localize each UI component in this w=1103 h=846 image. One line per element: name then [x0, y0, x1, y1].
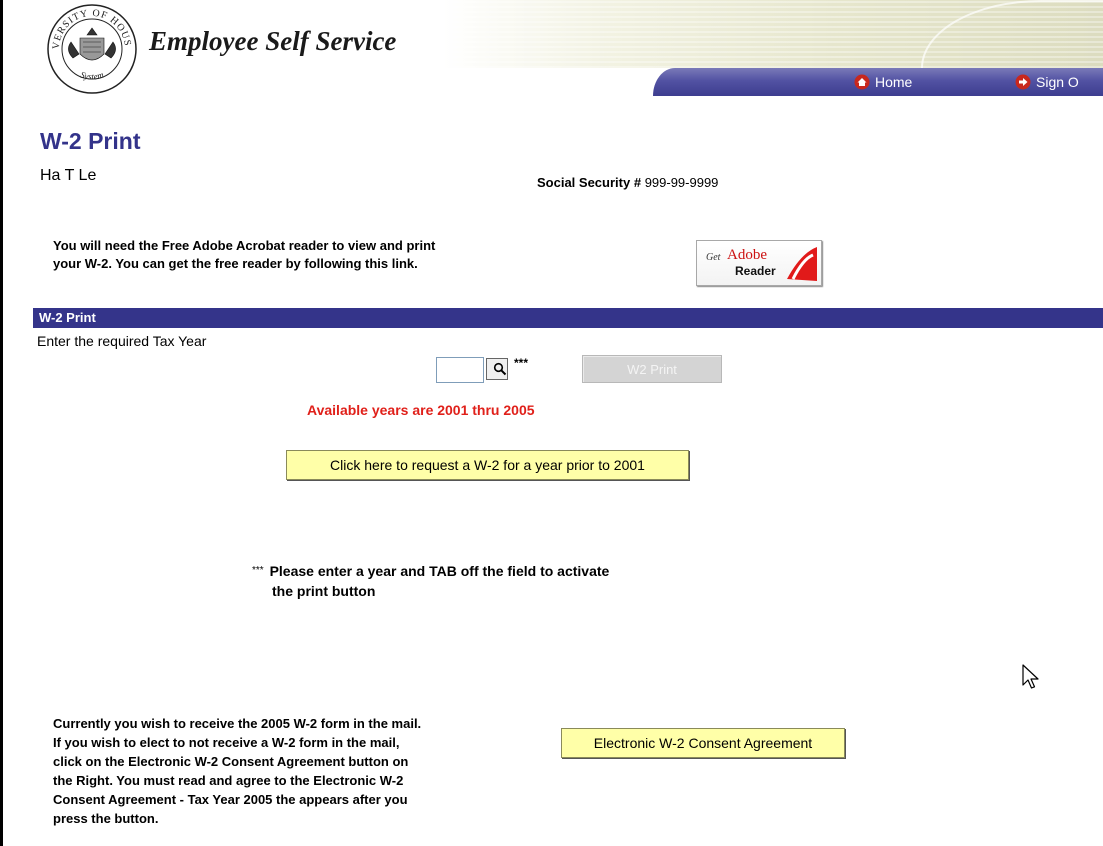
electronic-w2-consent-button[interactable]: Electronic W-2 Consent Agreement [561, 728, 845, 758]
top-nav-bar: Home Sign O [653, 68, 1103, 96]
page-header: UNIVERSITY OF HOUSTON System Employee Se… [3, 0, 1103, 100]
w2-print-section-header: W-2 Print [33, 308, 1103, 328]
home-icon [854, 74, 870, 90]
adobe-logo-icon [787, 247, 817, 281]
consent-line: click on the Electronic W-2 Consent Agre… [53, 754, 409, 769]
tax-year-lookup-button[interactable] [486, 358, 508, 380]
employee-name: Ha T Le [40, 167, 97, 184]
window-left-border [0, 0, 3, 846]
note-line-1: Please enter a year and TAB off the fiel… [269, 563, 610, 579]
available-years-message: Available years are 2001 thru 2005 [307, 402, 535, 418]
header-decorative-band [443, 0, 1103, 70]
home-link[interactable]: Home [854, 72, 912, 92]
app-title: Employee Self Service [149, 26, 397, 56]
consent-line: Currently you wish to receive the 2005 W… [53, 716, 422, 731]
request-prior-year-w2-button[interactable]: Click here to request a W-2 for a year p… [286, 450, 689, 480]
arrow-right-icon [1015, 74, 1031, 90]
consent-explanation: Currently you wish to receive the 2005 W… [53, 714, 533, 828]
tab-off-instruction: *** Please enter a year and TAB off the … [252, 561, 712, 601]
note-line-2: the print button [272, 583, 376, 599]
required-asterisks: *** [514, 356, 529, 370]
sign-out-link-label: Sign O [1036, 74, 1079, 90]
consent-line: the Right. You must read and agree to th… [53, 773, 404, 788]
adobe-reader-message: You will need the Free Adobe Acrobat rea… [53, 237, 573, 273]
adobe-badge-get: Get [706, 252, 721, 263]
ssn-label: Social Security # [537, 175, 642, 190]
get-adobe-reader-link[interactable]: Get Adobe Reader [696, 240, 822, 286]
sign-out-link[interactable]: Sign O [1015, 72, 1079, 92]
note-asterisks: *** [252, 565, 264, 576]
consent-line: If you wish to elect to not receive a W-… [53, 735, 400, 750]
consent-line: Consent Agreement - Tax Year 2005 the ap… [53, 792, 408, 807]
adobe-message-line-1: You will need the Free Adobe Acrobat rea… [53, 238, 436, 253]
adobe-badge-reader: Reader [735, 264, 776, 278]
ssn-value: 999-99-9999 [644, 175, 719, 190]
page-title: W-2 Print [40, 128, 141, 154]
tax-year-label: Enter the required Tax Year [37, 333, 207, 349]
adobe-message-line-2: your W-2. You can get the free reader by… [53, 256, 418, 271]
adobe-badge-brand: Adobe [727, 247, 767, 263]
mouse-cursor-icon [1022, 664, 1039, 689]
social-security-info: Social Security # 999-99-9999 [537, 175, 718, 190]
consent-line: press the button. [53, 811, 159, 826]
university-seal-logo: UNIVERSITY OF HOUSTON System [45, 2, 137, 94]
header-arc-decoration [921, 0, 1103, 70]
tax-year-input[interactable] [436, 357, 484, 383]
w2-print-button[interactable]: W2 Print [582, 355, 722, 383]
magnifier-icon [493, 362, 507, 376]
home-link-label: Home [875, 74, 913, 90]
